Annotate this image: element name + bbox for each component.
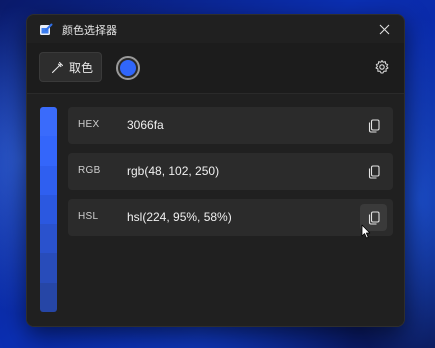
color-shades-palette[interactable]	[40, 107, 57, 312]
eyedropper-icon	[51, 61, 64, 73]
shade-swatch[interactable]	[40, 253, 57, 283]
color-picker-window: 颜色选择器 取色 HEX 3066fa RGB rgb(48, 102, 250…	[26, 14, 405, 327]
shade-swatch[interactable]	[40, 107, 57, 137]
shade-swatch[interactable]	[40, 136, 57, 166]
hex-row: HEX 3066fa	[68, 107, 393, 144]
rgb-value: rgb(48, 102, 250)	[127, 164, 220, 178]
copy-icon	[368, 164, 380, 179]
color-picker-app-icon	[40, 23, 53, 35]
hsl-row: HSL hsl(224, 95%, 58%)	[68, 199, 393, 236]
copy-icon	[368, 118, 380, 133]
copy-hex-button[interactable]	[360, 112, 387, 139]
shade-swatch[interactable]	[40, 224, 57, 254]
gear-icon[interactable]	[374, 59, 390, 75]
rgb-row: RGB rgb(48, 102, 250)	[68, 153, 393, 190]
pick-color-label: 取色	[69, 60, 94, 75]
shade-swatch[interactable]	[40, 165, 57, 195]
shade-swatch[interactable]	[40, 194, 57, 225]
title-bar[interactable]: 颜色选择器	[27, 15, 404, 43]
pick-color-button[interactable]: 取色	[39, 52, 102, 82]
hsl-value: hsl(224, 95%, 58%)	[127, 210, 232, 224]
mouse-cursor-icon	[361, 224, 371, 239]
toolbar: 取色	[27, 43, 404, 94]
window-title: 颜色选择器	[62, 25, 117, 37]
rgb-label: RGB	[78, 165, 101, 176]
close-icon	[379, 24, 389, 34]
current-color-fill	[120, 60, 136, 76]
color-values-panel: HEX 3066fa RGB rgb(48, 102, 250) HSL hsl	[27, 94, 404, 326]
current-color-swatch[interactable]	[116, 56, 140, 80]
hsl-label: HSL	[78, 211, 99, 222]
close-button[interactable]	[370, 17, 398, 41]
shade-swatch[interactable]	[40, 282, 57, 312]
copy-icon	[368, 210, 380, 225]
hex-label: HEX	[78, 119, 100, 130]
copy-rgb-button[interactable]	[360, 158, 387, 185]
hex-value: 3066fa	[127, 118, 164, 132]
